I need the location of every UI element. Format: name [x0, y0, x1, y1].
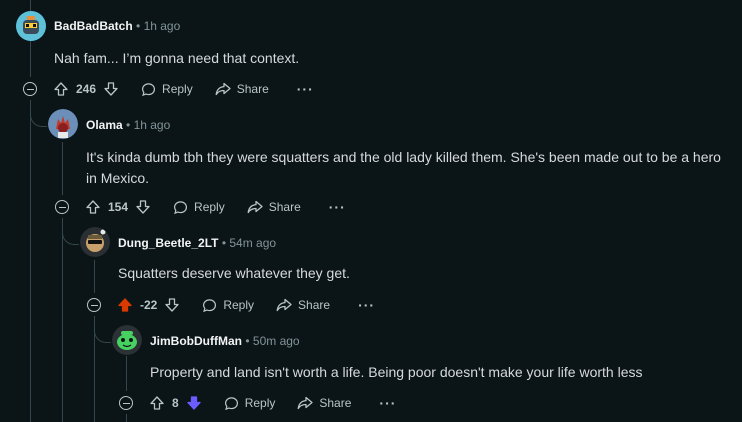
- author-name[interactable]: Dung_Beetle_2LT: [118, 236, 218, 250]
- collapse-icon[interactable]: [119, 396, 133, 410]
- vote-count: 154: [108, 200, 129, 214]
- reply-label: Reply: [223, 298, 255, 312]
- separator-dot: •: [221, 236, 227, 250]
- comment-actions: -22 Reply Share ···: [87, 293, 375, 317]
- timestamp[interactable]: 50m ago: [253, 334, 300, 348]
- share-button[interactable]: Share: [297, 396, 351, 410]
- avatar[interactable]: [112, 325, 142, 355]
- reply-button[interactable]: Reply: [173, 200, 225, 215]
- thread-line[interactable]: [30, 100, 31, 422]
- timestamp[interactable]: 1h ago: [144, 19, 181, 33]
- reply-bubble-icon: [203, 298, 217, 312]
- thread-connector: [62, 219, 79, 245]
- more-options-icon[interactable]: ···: [379, 396, 396, 410]
- downvote-icon: [187, 396, 201, 410]
- share-icon: [276, 298, 292, 312]
- comment-meta: BadBadBatch • 1h ago: [54, 18, 180, 34]
- share-label: Share: [268, 200, 301, 214]
- reply-button[interactable]: Reply: [202, 298, 254, 313]
- thread-line[interactable]: [126, 414, 127, 422]
- avatar[interactable]: [80, 227, 110, 257]
- author-name[interactable]: JimBobDuffMan: [150, 334, 242, 348]
- share-icon: [215, 82, 231, 96]
- reply-label: Reply: [162, 82, 193, 96]
- more-options-icon[interactable]: ···: [329, 200, 346, 214]
- comment-actions: 154 Reply Share ···: [55, 195, 346, 219]
- separator-dot: •: [126, 118, 131, 132]
- collapse-icon[interactable]: [23, 82, 37, 96]
- upvote-button[interactable]: [86, 200, 100, 214]
- comment-body: Squatters deserve whatever they get.: [118, 265, 350, 281]
- reply-bubble-icon: [224, 396, 238, 410]
- reply-bubble-icon: [174, 200, 188, 214]
- comment-actions: 8 Reply Share ···: [119, 391, 396, 415]
- upvote-icon: [86, 200, 100, 214]
- share-label: Share: [298, 298, 331, 312]
- share-label: Share: [236, 82, 269, 96]
- collapse-icon[interactable]: [87, 298, 101, 312]
- share-label: Share: [319, 396, 352, 410]
- downvote-button[interactable]: [187, 396, 201, 410]
- upvote-button[interactable]: [54, 82, 68, 96]
- more-options-icon[interactable]: ···: [297, 82, 314, 96]
- share-icon: [247, 200, 263, 214]
- upvote-icon: [54, 82, 68, 96]
- comment-body: Property and land isn't worth a life. Be…: [150, 364, 643, 380]
- downvote-button[interactable]: [104, 82, 118, 96]
- thread-line[interactable]: [126, 356, 127, 391]
- upvote-button[interactable]: [118, 298, 132, 312]
- comment-thread: BadBadBatch • 1h ago Nah fam... I’m gonn…: [0, 0, 742, 422]
- share-button[interactable]: Share: [276, 298, 330, 312]
- thread-line[interactable]: [62, 142, 63, 195]
- share-button[interactable]: Share: [215, 82, 269, 96]
- downvote-button[interactable]: [136, 200, 150, 214]
- more-options-icon[interactable]: ···: [358, 298, 375, 312]
- collapse-icon[interactable]: [55, 200, 69, 214]
- author-name[interactable]: BadBadBatch: [54, 19, 133, 33]
- downvote-icon: [136, 200, 150, 214]
- separator-dot: •: [136, 19, 141, 33]
- comment-body: Nah fam... I’m gonna need that context.: [54, 50, 300, 66]
- avatar[interactable]: [16, 11, 46, 41]
- reply-bubble-icon: [142, 82, 156, 96]
- vote-count: -22: [140, 298, 158, 312]
- avatar[interactable]: [48, 109, 78, 139]
- comment-meta: Olama • 1h ago: [86, 117, 170, 133]
- share-button[interactable]: Share: [247, 200, 301, 214]
- comment-meta: Dung_Beetle_2LT • 54m ago: [118, 235, 276, 251]
- vote-count: 246: [76, 82, 97, 96]
- upvote-icon: [150, 396, 164, 410]
- thread-line[interactable]: [94, 260, 95, 293]
- reply-button[interactable]: Reply: [224, 396, 276, 411]
- reply-button[interactable]: Reply: [141, 82, 193, 97]
- separator-dot: •: [245, 334, 250, 348]
- reply-label: Reply: [244, 396, 276, 410]
- comment-body: It's kinda dumb tbh they were squatters …: [86, 149, 721, 186]
- thread-connector: [30, 101, 47, 127]
- downvote-icon: [165, 298, 179, 312]
- share-icon: [297, 396, 314, 410]
- downvote-button[interactable]: [165, 298, 179, 312]
- downvote-icon: [104, 82, 118, 96]
- upvote-button[interactable]: [150, 396, 164, 410]
- upvote-icon: [118, 298, 132, 312]
- timestamp[interactable]: 1h ago: [134, 118, 171, 132]
- thread-connector: [94, 317, 111, 343]
- comment-actions: 246 Reply Share ···: [23, 77, 314, 101]
- thread-line[interactable]: [62, 218, 63, 422]
- author-name[interactable]: Olama: [86, 118, 123, 132]
- vote-count: 8: [172, 396, 179, 410]
- comment-meta: JimBobDuffMan • 50m ago: [150, 333, 300, 349]
- timestamp[interactable]: 54m ago: [229, 236, 276, 250]
- reply-label: Reply: [194, 200, 225, 214]
